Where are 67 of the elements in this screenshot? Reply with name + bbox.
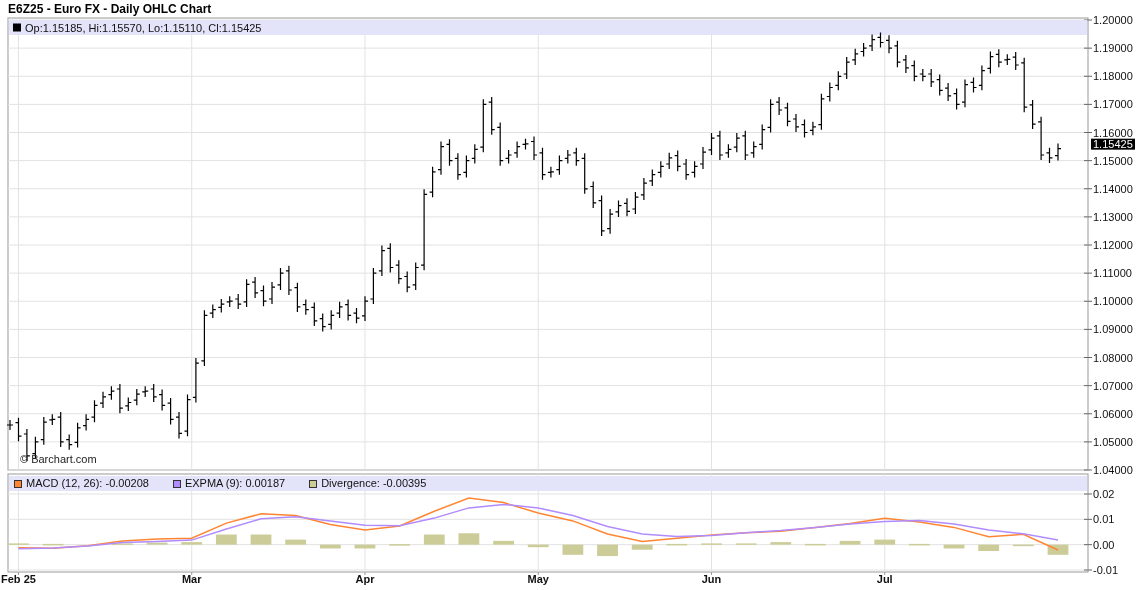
divergence-bar xyxy=(181,542,203,545)
divergence-bar xyxy=(354,544,376,549)
axis-label: 0.00 xyxy=(1093,538,1115,551)
axis-label: 1.05000 xyxy=(1093,435,1133,448)
axis-label: 0.02 xyxy=(1093,488,1115,500)
divergence-bar xyxy=(250,534,272,545)
price-bar xyxy=(259,284,268,307)
axis-label: -0.01 xyxy=(1093,564,1119,576)
axis-label: 1.10000 xyxy=(1093,295,1133,308)
legend-swatch xyxy=(13,23,21,32)
axis-label: 1.09000 xyxy=(1093,323,1133,336)
axis-label: Jul xyxy=(876,573,893,585)
divergence-bar xyxy=(978,544,1000,551)
axis-label: 1.06000 xyxy=(1093,407,1133,420)
price-bar xyxy=(783,102,792,127)
price-bar xyxy=(90,399,99,423)
divergence-bar xyxy=(527,544,549,548)
price-bar xyxy=(445,138,454,167)
axis-label: Apr xyxy=(355,573,375,585)
axis-label: May xyxy=(527,573,549,585)
legend-label: Op:1.15185, Hi:1.15570, Lo:1.15110, Cl:1.15425 xyxy=(25,22,262,34)
divergence-bar xyxy=(319,544,341,549)
divergence-bar xyxy=(909,543,930,546)
price-bar xyxy=(276,267,285,291)
divergence-bar xyxy=(423,534,445,545)
divergence-bar xyxy=(493,540,514,545)
legend-label: Divergence: -0.00395 xyxy=(321,478,427,489)
divergence-bar xyxy=(562,544,584,555)
axis-label: 1.19000 xyxy=(1093,42,1133,55)
divergence-bar xyxy=(458,533,480,545)
divergence-bar xyxy=(631,544,653,550)
axis-label: 1.04000 xyxy=(1093,464,1133,476)
axis-label: 1.17000 xyxy=(1093,98,1133,111)
chart-title: E6Z25 - Euro FX - Daily OHLC Chart xyxy=(8,3,212,15)
price-bar xyxy=(876,31,885,49)
divergence-bar xyxy=(666,543,688,546)
axis-label: 1.07000 xyxy=(1093,379,1133,392)
axis-label: 1.08000 xyxy=(1093,351,1133,364)
axis-label: Feb 25 xyxy=(1,573,36,585)
axis-label: Jun xyxy=(701,573,722,585)
axis-label: 1.11000 xyxy=(1093,267,1132,280)
axis-label: 1.18000 xyxy=(1093,70,1133,83)
divergence-bar xyxy=(285,539,307,545)
divergence-bar xyxy=(770,542,792,545)
divergence-bar xyxy=(42,543,64,546)
divergence-bar xyxy=(839,540,861,545)
axis-label: 0.01 xyxy=(1093,513,1115,526)
axis-label: 1.16000 xyxy=(1093,126,1133,139)
divergence-bar xyxy=(943,544,965,549)
axis-label: 1.15000 xyxy=(1093,154,1133,167)
divergence-bar xyxy=(874,539,896,545)
axis-label: 1.13000 xyxy=(1093,210,1133,223)
price-tag: 1.15425 xyxy=(1091,138,1135,151)
divergence-bar xyxy=(1012,544,1034,547)
axis-label: Mar xyxy=(181,573,202,585)
legend-label: EXPMA (9): 0.00187 xyxy=(184,478,286,489)
divergence-bar xyxy=(1047,544,1069,555)
legend-label: MACD (12, 26): -0.00208 xyxy=(26,478,149,489)
price-bar xyxy=(800,119,809,139)
axis-label: 1.20000 xyxy=(1093,14,1133,26)
divergence-bar xyxy=(215,534,237,545)
divergence-bar xyxy=(146,542,168,545)
credit-text: © Barchart.com xyxy=(20,453,97,465)
axis-label: 1.14000 xyxy=(1093,182,1133,195)
axis-label: 1.12000 xyxy=(1093,239,1133,251)
price-bar xyxy=(707,132,716,156)
divergence-bar xyxy=(805,543,826,546)
